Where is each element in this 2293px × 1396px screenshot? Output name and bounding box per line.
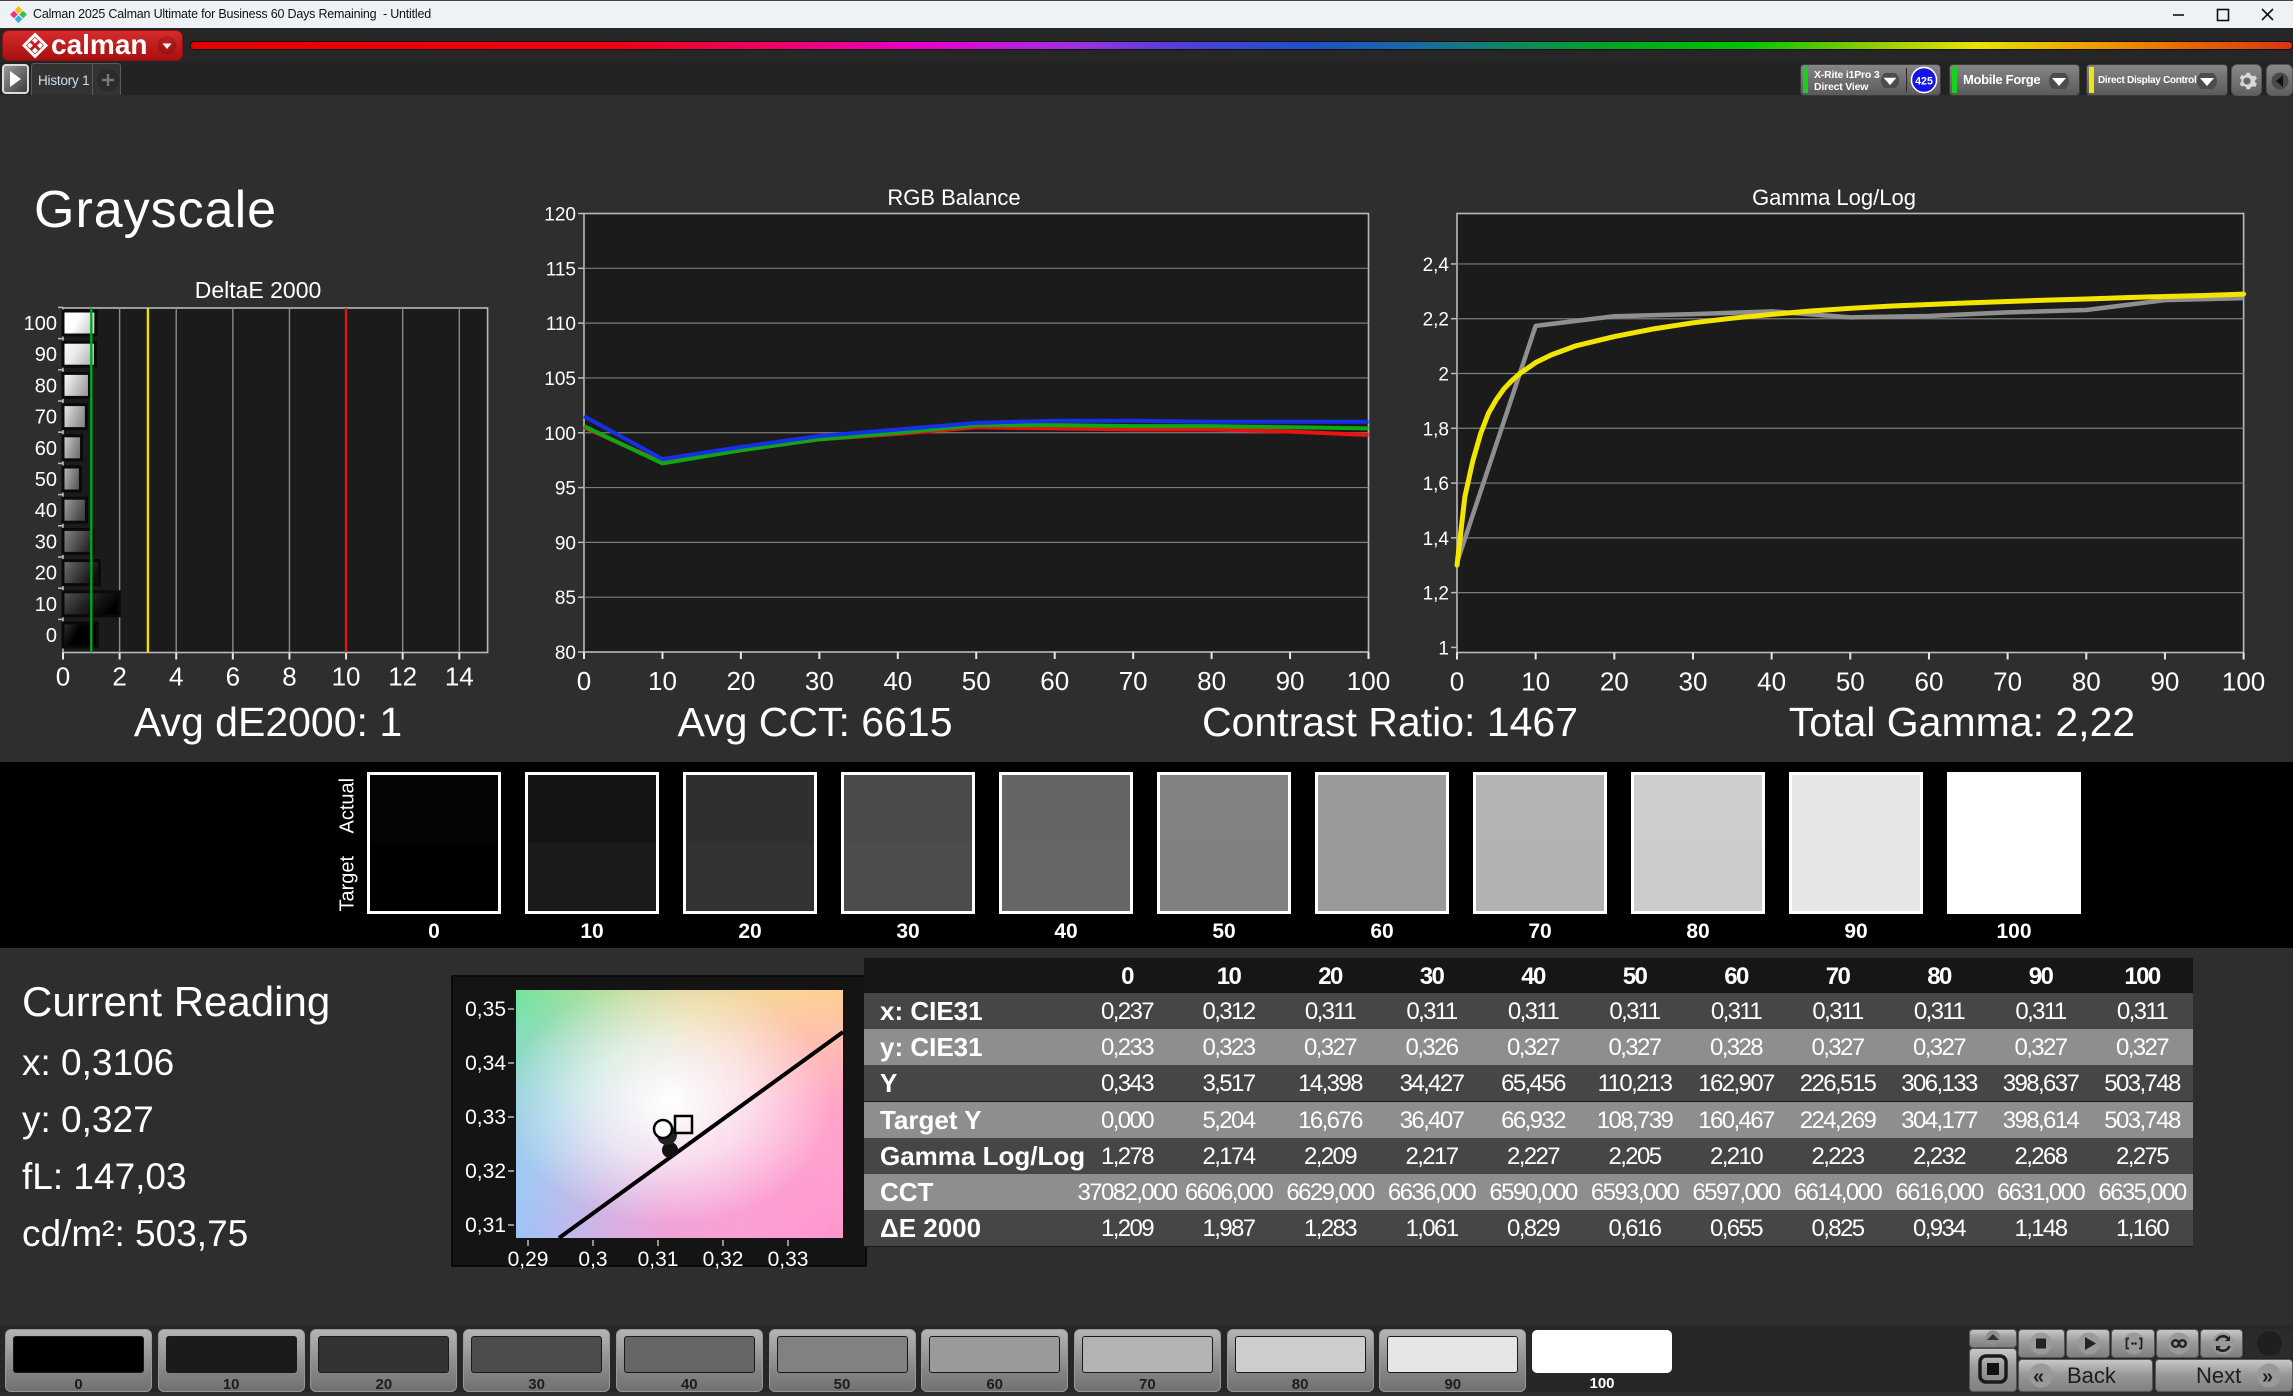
svg-text:0,32: 0,32 [703,1248,744,1269]
svg-text:6: 6 [226,662,240,692]
svg-text:0,32: 0,32 [465,1160,506,1183]
svg-text:105: 105 [544,369,576,390]
svg-text:1,6: 1,6 [1423,474,1449,495]
svg-text:«: « [2033,1366,2044,1388]
svg-text:20: 20 [1600,667,1629,697]
svg-text:80: 80 [1197,666,1226,696]
svg-text:40: 40 [1757,667,1786,697]
svg-text:»: » [2262,1366,2273,1388]
svg-text:10: 10 [332,662,361,692]
svg-text:4: 4 [169,662,183,692]
svg-text:50: 50 [962,666,991,696]
svg-text:calman: calman [51,32,148,59]
svg-text:60: 60 [1040,666,1069,696]
svg-text:100: 100 [24,313,57,335]
svg-text:Back: Back [2067,1363,2117,1388]
svg-text:0,31: 0,31 [638,1248,679,1269]
svg-text:8: 8 [282,662,296,692]
svg-text:70: 70 [1993,667,2022,697]
svg-text:80: 80 [2072,667,2101,697]
svg-text:80: 80 [555,643,576,664]
svg-text:RGB Balance: RGB Balance [887,185,1020,210]
svg-text:20: 20 [726,666,755,696]
svg-text:40: 40 [35,500,57,522]
svg-text:0,3: 0,3 [578,1248,607,1269]
svg-text:90: 90 [35,344,57,366]
svg-text:90: 90 [2150,667,2179,697]
svg-text:110: 110 [546,314,576,335]
svg-text:Gamma Log/Log: Gamma Log/Log [1752,185,1916,210]
svg-text:1,4: 1,4 [1423,529,1450,550]
svg-text:10: 10 [1521,667,1550,697]
svg-text:0: 0 [56,662,70,692]
svg-text:1,2: 1,2 [1423,584,1449,605]
svg-text:2,2: 2,2 [1423,310,1449,331]
svg-text:90: 90 [555,533,576,554]
svg-text:14: 14 [445,662,474,692]
svg-text:Next: Next [2196,1363,2241,1388]
svg-text:30: 30 [805,666,834,696]
svg-text:50: 50 [35,469,57,491]
svg-text:DeltaE 2000: DeltaE 2000 [195,278,322,303]
svg-text:80: 80 [35,375,57,397]
svg-text:90: 90 [1276,666,1305,696]
svg-text:0,31: 0,31 [465,1214,506,1237]
svg-text:60: 60 [1914,667,1943,697]
svg-text:40: 40 [883,666,912,696]
svg-text:100: 100 [544,424,576,445]
svg-text:50: 50 [1836,667,1865,697]
svg-text:100: 100 [2222,667,2265,697]
svg-text:100: 100 [1347,666,1390,696]
svg-text:12: 12 [388,662,417,692]
svg-text:2,4: 2,4 [1423,255,1450,276]
svg-text:0,33: 0,33 [768,1248,809,1269]
svg-text:0,33: 0,33 [465,1106,506,1129]
svg-text:10: 10 [35,594,57,616]
svg-text:1: 1 [1438,638,1449,659]
svg-text:85: 85 [555,588,576,609]
svg-text:0,29: 0,29 [508,1248,549,1269]
svg-text:95: 95 [555,479,576,500]
svg-text:0,34: 0,34 [465,1052,506,1075]
svg-text:30: 30 [35,531,57,553]
svg-text:115: 115 [546,259,576,280]
svg-text:20: 20 [35,563,57,585]
svg-text:2: 2 [1438,365,1449,386]
svg-text:60: 60 [35,438,57,460]
svg-text:0: 0 [1450,667,1464,697]
svg-text:30: 30 [1679,667,1708,697]
svg-text:0: 0 [577,666,591,696]
svg-text:425: 425 [1915,75,1933,87]
svg-text:2: 2 [112,662,126,692]
svg-text:70: 70 [35,407,57,429]
svg-text:120: 120 [544,205,576,226]
svg-text:1,8: 1,8 [1423,419,1449,440]
svg-text:70: 70 [1119,666,1148,696]
svg-text:0: 0 [46,625,57,647]
svg-text:10: 10 [648,666,677,696]
svg-text:0,35: 0,35 [465,998,506,1021]
